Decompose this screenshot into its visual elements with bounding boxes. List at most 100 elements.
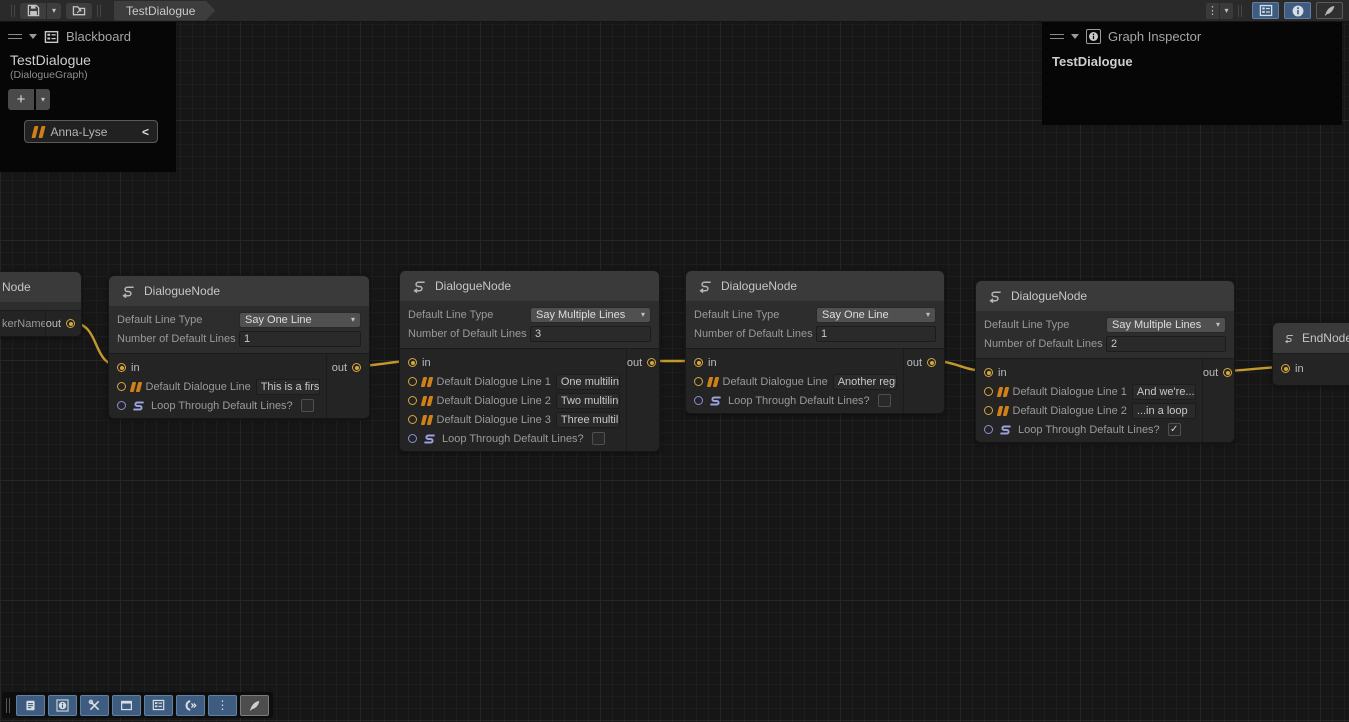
- line-port[interactable]: [984, 387, 993, 396]
- add-variable-dropdown[interactable]: ▾: [36, 89, 50, 110]
- caret-down-icon: ▾: [641, 311, 645, 319]
- drag-handle-icon[interactable]: [8, 34, 22, 39]
- info-button[interactable]: [48, 695, 77, 716]
- inspector-header: Graph Inspector: [1042, 22, 1342, 48]
- separator: [97, 5, 101, 17]
- dialogue-button[interactable]: [176, 695, 205, 716]
- tools-button[interactable]: [80, 695, 109, 716]
- line-type-dropdown[interactable]: Say Multiple Lines ▾: [1106, 317, 1226, 333]
- loop-port[interactable]: [694, 396, 703, 405]
- blackboard-button[interactable]: [144, 695, 173, 716]
- num-lines-field[interactable]: 2: [1106, 336, 1226, 352]
- quill-button[interactable]: [240, 695, 269, 716]
- line-value-field[interactable]: ...in a loop: [1132, 403, 1196, 419]
- dialogue-node[interactable]: DialogueNode Default Line Type Say Multi…: [399, 270, 660, 452]
- line-value-field[interactable]: Another regu: [833, 374, 897, 390]
- node-body: Default Line Type Say One Line ▾ Number …: [109, 306, 369, 353]
- loop-port[interactable]: [408, 434, 417, 443]
- port-label: kerName: [2, 318, 46, 330]
- flow-icon: [696, 279, 714, 294]
- out-port[interactable]: [927, 358, 936, 367]
- open-folder-button[interactable]: [66, 3, 92, 19]
- in-port[interactable]: [1281, 364, 1290, 373]
- graph-tab[interactable]: TestDialogue: [114, 1, 215, 21]
- folder-open-icon: [72, 4, 86, 17]
- drag-handle[interactable]: [11, 5, 15, 17]
- node-title: DialogueNode: [686, 271, 944, 301]
- chevron-left-icon[interactable]: <: [142, 125, 149, 139]
- drag-handle[interactable]: [6, 698, 10, 713]
- loop-checkbox[interactable]: ✓: [1168, 423, 1181, 436]
- num-lines-field[interactable]: 1: [239, 331, 361, 347]
- end-node[interactable]: EndNode in: [1272, 322, 1349, 386]
- blackboard-variable-row[interactable]: Anna-Lyse <: [24, 120, 158, 143]
- line-port[interactable]: [117, 382, 126, 391]
- node-title-label: DialogueNode: [435, 279, 511, 293]
- graph-inspector-toggle-button[interactable]: [1284, 2, 1311, 19]
- document-button[interactable]: [16, 695, 45, 716]
- dialogue-node[interactable]: DialogueNode Default Line Type Say One L…: [685, 270, 945, 414]
- line-value-field[interactable]: This is a first: [256, 379, 320, 395]
- save-icon: [27, 4, 40, 17]
- more-button[interactable]: ⋮: [208, 695, 237, 716]
- out-port[interactable]: [1223, 368, 1232, 377]
- out-port[interactable]: [66, 319, 75, 328]
- dialogue-node[interactable]: DialogueNode Default Line Type Say Multi…: [975, 280, 1235, 443]
- line-value-field[interactable]: Three multilin: [556, 412, 620, 428]
- num-lines-field[interactable]: 3: [530, 326, 651, 342]
- inspector-title: Graph Inspector: [1108, 29, 1201, 44]
- line-type-dropdown[interactable]: Say One Line ▾: [816, 307, 936, 323]
- dialogue-node[interactable]: DialogueNode Default Line Type Say One L…: [108, 275, 370, 419]
- out-port[interactable]: [352, 363, 361, 372]
- collapse-toggle[interactable]: [1071, 34, 1079, 39]
- flow-icon: [1283, 331, 1295, 346]
- loop-checkbox[interactable]: [301, 399, 314, 412]
- in-port[interactable]: [984, 368, 993, 377]
- quill-toggle-button[interactable]: [1316, 2, 1343, 19]
- line-value-field[interactable]: One multiline: [556, 374, 620, 390]
- blackboard-graph-name: TestDialogue: [0, 48, 176, 68]
- field-label: Number of Default Lines: [984, 338, 1106, 350]
- add-variable-button[interactable]: +: [8, 89, 34, 110]
- in-port[interactable]: [117, 363, 126, 372]
- node-body: [0, 302, 81, 310]
- speaker-node-partial[interactable]: Node kerName out: [0, 271, 82, 337]
- line-type-dropdown[interactable]: Say One Line ▾: [239, 312, 361, 328]
- out-port[interactable]: [647, 358, 656, 367]
- save-button[interactable]: [20, 3, 46, 19]
- caret-down-icon: ▾: [1216, 321, 1220, 329]
- window-button[interactable]: [112, 695, 141, 716]
- num-lines-field[interactable]: 1: [816, 326, 936, 342]
- field-label: Number of Default Lines: [694, 328, 816, 340]
- more-menu-dropdown[interactable]: ▾: [1220, 3, 1233, 19]
- document-icon: [24, 699, 37, 712]
- line-type-dropdown[interactable]: Say Multiple Lines ▾: [530, 307, 651, 323]
- line-port[interactable]: [984, 406, 993, 415]
- window-icon: [120, 699, 133, 712]
- loop-port[interactable]: [984, 425, 993, 434]
- variable-name: Anna-Lyse: [51, 125, 108, 139]
- field-label: Default Line Type: [984, 319, 1106, 331]
- drag-handle-icon[interactable]: [1050, 34, 1064, 39]
- save-dropdown-button[interactable]: ▾: [47, 3, 61, 19]
- field-label: Default Line Type: [408, 309, 530, 321]
- in-port[interactable]: [694, 358, 703, 367]
- kebab-icon: ⋮: [1207, 4, 1218, 17]
- line-port[interactable]: [408, 415, 417, 424]
- line-port[interactable]: [408, 377, 417, 386]
- line-value-field[interactable]: Two multiline: [556, 393, 620, 409]
- collapse-toggle[interactable]: [29, 34, 37, 39]
- loop-port[interactable]: [117, 401, 126, 410]
- quote-icon: [708, 377, 718, 387]
- dialogue-icon: [184, 699, 198, 712]
- more-menu-button[interactable]: ⋮: [1206, 3, 1219, 19]
- loop-checkbox[interactable]: [592, 432, 605, 445]
- loop-checkbox[interactable]: [878, 394, 891, 407]
- top-toolbar-right: ⋮ ▾: [1206, 2, 1343, 19]
- line-port[interactable]: [694, 377, 703, 386]
- line-port[interactable]: [408, 396, 417, 405]
- line-value-field[interactable]: And we're...: [1132, 384, 1196, 400]
- in-port[interactable]: [408, 358, 417, 367]
- blackboard-header: Blackboard: [0, 22, 176, 48]
- blackboard-toggle-button[interactable]: [1252, 2, 1279, 19]
